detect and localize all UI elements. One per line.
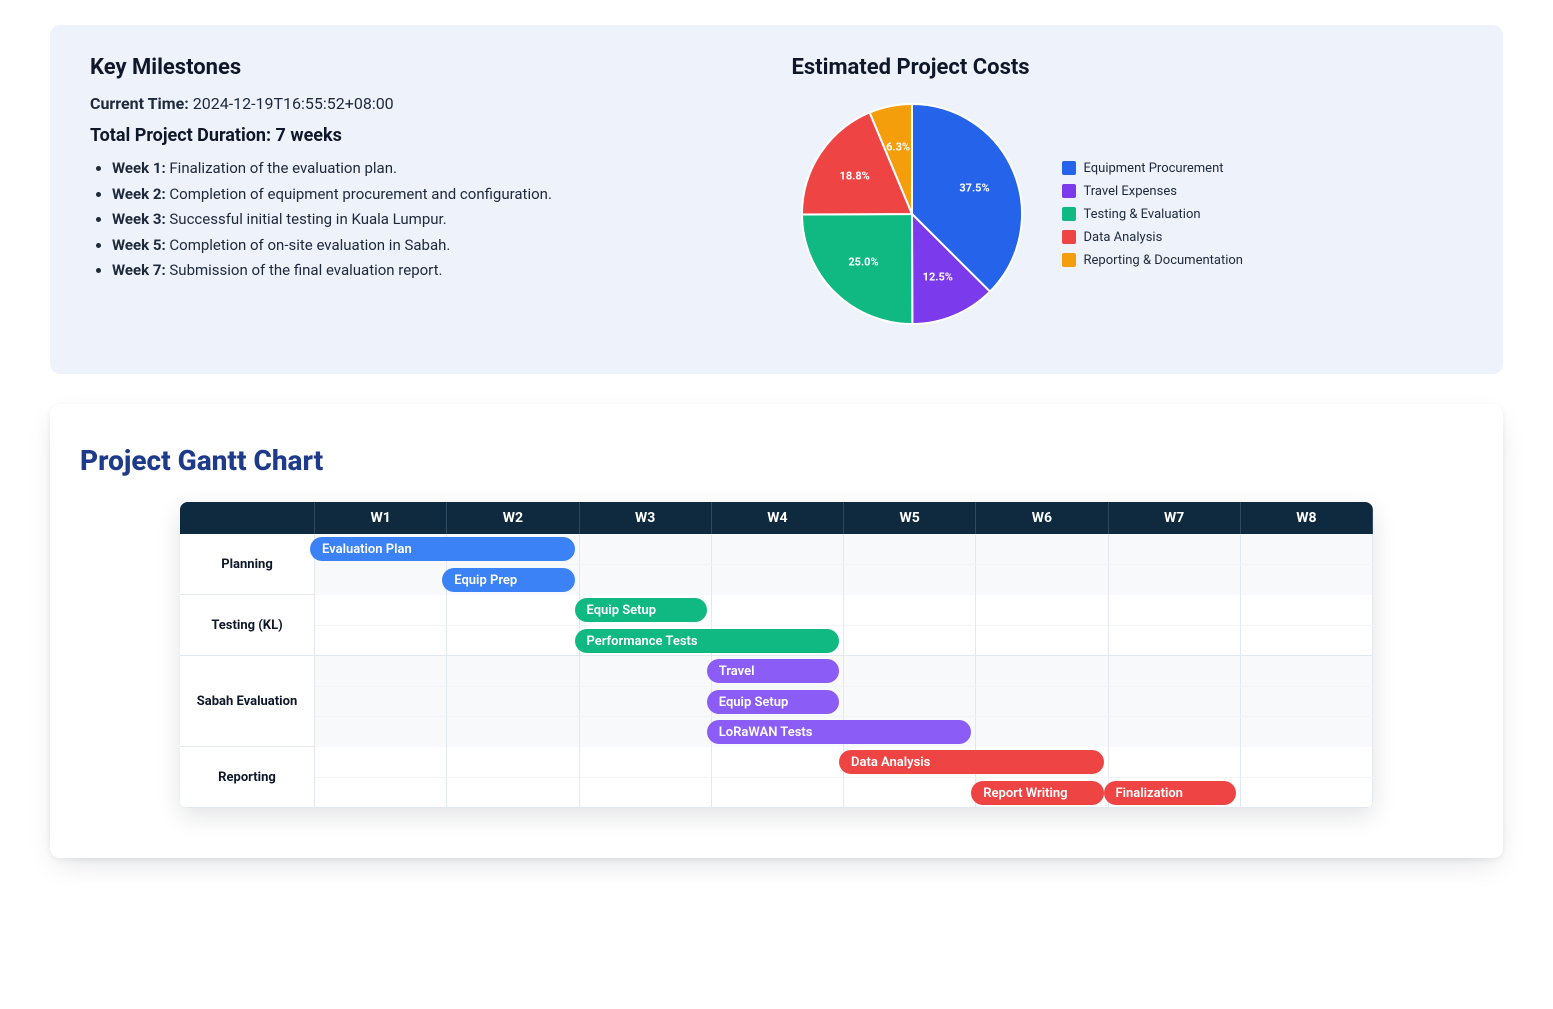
milestone-text: Completion of on-site evaluation in Saba… [166, 236, 451, 254]
gantt-week-header: W1 [315, 502, 447, 534]
costs-title: Estimated Project Costs [792, 55, 1464, 80]
milestone-list: Week 1: Finalization of the evaluation p… [90, 156, 762, 284]
milestone-text: Completion of equipment procurement and … [166, 185, 552, 203]
gantt-task-bar: Equip Setup [575, 598, 707, 622]
gantt-task-bar: Travel [707, 659, 839, 683]
milestone-text: Submission of the final evaluation repor… [166, 261, 443, 279]
legend-item: Data Analysis [1062, 230, 1244, 245]
gantt-task-bar: Finalization [1104, 781, 1236, 805]
milestone-text: Successful initial testing in Kuala Lump… [166, 210, 447, 228]
gantt-task-row: Equip Setup [315, 686, 1373, 716]
legend-label: Equipment Procurement [1084, 161, 1224, 176]
pie-slice-label: 37.5% [959, 181, 989, 194]
gantt-task-bar: Performance Tests [575, 629, 840, 653]
gantt-task-bar: Equip Setup [707, 690, 839, 714]
gantt-phase-label: Testing (KL) [180, 595, 315, 655]
gantt-task-row: Data Analysis [315, 747, 1373, 777]
pie-chart: 37.5% 12.5% 25.0% 18.8% 6.3% [792, 94, 1032, 334]
gantt-week-header: W6 [976, 502, 1108, 534]
pie-slice [802, 214, 912, 324]
pie-slice-label: 18.8% [840, 170, 870, 183]
legend-swatch [1062, 207, 1076, 221]
pie-svg [792, 94, 1032, 334]
costs-panel: Estimated Project Costs 37.5% 12.5% 25.0% 1… [792, 55, 1464, 334]
gantt-task-row: Performance Tests [315, 625, 1373, 655]
gantt-phase-label: Sabah Evaluation [180, 656, 315, 746]
legend-label: Reporting & Documentation [1084, 253, 1244, 268]
current-time-line: Current Time: 2024-12-19T16:55:52+08:00 [90, 94, 762, 113]
milestone-item: Week 3: Successful initial testing in Ku… [112, 207, 762, 233]
gantt-header: W1W2W3W4W5W6W7W8 [180, 502, 1373, 534]
pie-slice-label: 6.3% [886, 141, 910, 154]
gantt-week-header: W2 [447, 502, 579, 534]
legend-swatch [1062, 184, 1076, 198]
top-info-card: Key Milestones Current Time: 2024-12-19T… [50, 25, 1503, 374]
milestone-item: Week 5: Completion of on-site evaluation… [112, 233, 762, 259]
milestone-week: Week 7: [112, 261, 166, 279]
gantt-phase-label: Planning [180, 534, 315, 594]
gantt-week-header: W3 [580, 502, 712, 534]
milestone-week: Week 2: [112, 185, 166, 203]
legend-label: Testing & Evaluation [1084, 207, 1201, 222]
gantt-phase-block: Testing (KL) Equip Setup Performance Tests [180, 595, 1373, 656]
pie-slice-label: 25.0% [848, 256, 878, 269]
current-time-label: Current Time: [90, 94, 189, 113]
legend-swatch [1062, 230, 1076, 244]
legend-item: Travel Expenses [1062, 184, 1244, 199]
legend-swatch [1062, 161, 1076, 175]
gantt-task-bar: Report Writing [971, 781, 1103, 805]
gantt-phase-label: Reporting [180, 747, 315, 807]
milestone-item: Week 1: Finalization of the evaluation p… [112, 156, 762, 182]
gantt-task-row: Equip Setup [315, 595, 1373, 625]
gantt-phase-block: Reporting Data Analysis Report WritingFina… [180, 747, 1373, 808]
gantt-task-bar: Data Analysis [839, 750, 1104, 774]
gantt-task-row: Equip Prep [315, 564, 1373, 594]
gantt-task-row: Evaluation Plan [315, 534, 1373, 564]
legend-label: Travel Expenses [1084, 184, 1177, 199]
milestones-panel: Key Milestones Current Time: 2024-12-19T… [90, 55, 762, 334]
gantt-title: Project Gantt Chart [80, 444, 1473, 477]
gantt-phase-block: PlanningEvaluation Plan Equip Prep [180, 534, 1373, 595]
gantt-chart: W1W2W3W4W5W6W7W8PlanningEvaluation PlanE… [180, 502, 1373, 808]
gantt-task-bar: Equip Prep [442, 568, 574, 592]
milestone-item: Week 7: Submission of the final evaluati… [112, 258, 762, 284]
milestone-week: Week 5: [112, 236, 166, 254]
gantt-header-label-cell [180, 502, 315, 534]
gantt-week-header: W8 [1241, 502, 1373, 534]
gantt-phase-block: Sabah Evaluation Travel Equip Setup LoRaWAN… [180, 656, 1373, 747]
gantt-task-row: Report WritingFinalization [315, 777, 1373, 807]
gantt-week-header: W7 [1109, 502, 1241, 534]
legend-item: Testing & Evaluation [1062, 207, 1244, 222]
pie-legend: Equipment Procurement Travel Expenses Test… [1062, 161, 1244, 268]
gantt-week-header: W4 [712, 502, 844, 534]
gantt-week-header: W5 [844, 502, 976, 534]
pie-slice-label: 12.5% [923, 270, 953, 283]
gantt-task-row: Travel [315, 656, 1373, 686]
legend-swatch [1062, 253, 1076, 267]
legend-label: Data Analysis [1084, 230, 1163, 245]
gantt-task-row: LoRaWAN Tests [315, 716, 1373, 746]
milestone-item: Week 2: Completion of equipment procurem… [112, 182, 762, 208]
milestone-text: Finalization of the evaluation plan. [166, 159, 397, 177]
milestones-title: Key Milestones [90, 55, 762, 80]
gantt-task-bar: LoRaWAN Tests [707, 720, 972, 744]
legend-item: Reporting & Documentation [1062, 253, 1244, 268]
milestone-week: Week 1: [112, 159, 166, 177]
gantt-card: Project Gantt Chart W1W2W3W4W5W6W7W8Plan… [50, 404, 1503, 858]
gantt-task-bar: Evaluation Plan [310, 537, 575, 561]
legend-item: Equipment Procurement [1062, 161, 1244, 176]
current-time-value: 2024-12-19T16:55:52+08:00 [193, 94, 394, 113]
milestone-week: Week 3: [112, 210, 166, 228]
project-duration: Total Project Duration: 7 weeks [90, 125, 762, 146]
